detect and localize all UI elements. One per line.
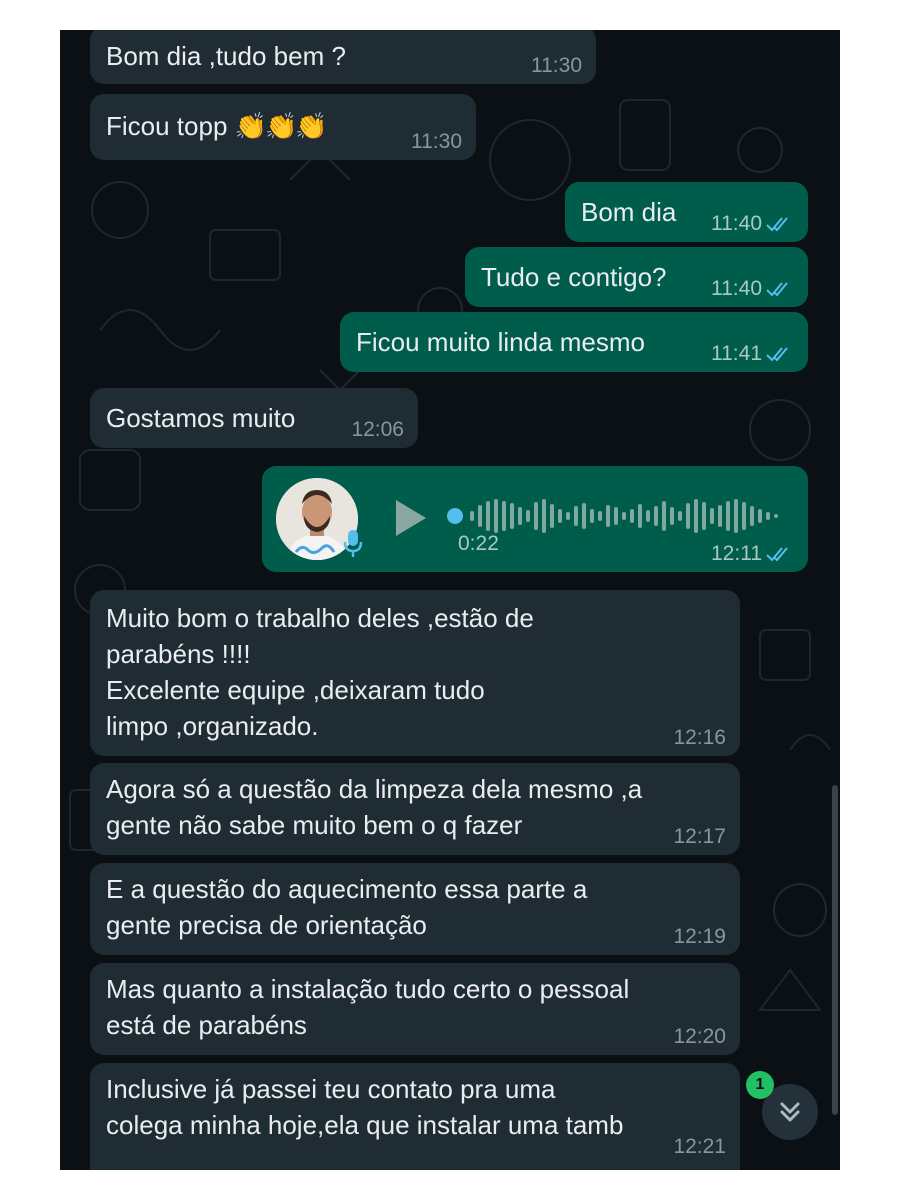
waveform-bar bbox=[598, 511, 602, 521]
waveform-bar bbox=[758, 509, 762, 523]
waveform-bar bbox=[606, 505, 610, 527]
waveform-bar bbox=[718, 505, 722, 527]
read-receipt-icon bbox=[766, 347, 788, 362]
waveform-bar bbox=[502, 501, 506, 531]
message-time: 11:30 bbox=[531, 54, 582, 77]
waveform-bar bbox=[526, 510, 530, 522]
incoming-message[interactable]: Ficou topp 👏👏👏 11:30 bbox=[90, 94, 476, 160]
waveform-bar bbox=[558, 509, 562, 523]
waveform-bar bbox=[470, 511, 474, 521]
message-text: Inclusive já passei teu contato pra uma … bbox=[106, 1074, 624, 1140]
waveform-bar bbox=[550, 504, 554, 528]
waveform-bar bbox=[726, 501, 730, 531]
message-text: Mas quanto a instalação tudo certo o pes… bbox=[106, 974, 630, 1040]
waveform-bar bbox=[654, 506, 658, 526]
message-time: 12:20 bbox=[673, 1025, 726, 1048]
read-receipt-icon bbox=[766, 282, 788, 297]
message-time: 12:16 bbox=[673, 726, 726, 749]
waveform-bar bbox=[774, 514, 778, 518]
message-text: Ficou topp bbox=[106, 111, 228, 141]
outgoing-message[interactable]: Tudo e contigo? 11:40 bbox=[465, 247, 808, 307]
waveform-bar bbox=[678, 511, 682, 521]
waveform-bar bbox=[574, 506, 578, 526]
incoming-message[interactable]: Gostamos muito 12:06 bbox=[90, 388, 418, 448]
waveform-bar bbox=[702, 502, 706, 530]
message-text: Bom dia ,tudo bem ? bbox=[106, 41, 346, 71]
incoming-message[interactable]: Mas quanto a instalação tudo certo o pes… bbox=[90, 963, 740, 1055]
waveform-bar bbox=[510, 503, 514, 529]
waveform-bar bbox=[750, 506, 754, 526]
message-time: 11:40 bbox=[711, 212, 762, 235]
message-text: E a questão do aquecimento essa parte a … bbox=[106, 874, 588, 940]
chat-screen: Bom dia ,tudo bem ? 11:30 Ficou topp 👏👏👏… bbox=[60, 30, 840, 1170]
message-text: Agora só a questão da limpeza dela mesmo… bbox=[106, 774, 643, 840]
waveform-bar bbox=[734, 499, 738, 533]
message-time: 12:11 bbox=[711, 542, 762, 565]
read-receipt-icon bbox=[766, 217, 788, 232]
message-text: Bom dia bbox=[581, 197, 677, 227]
waveform-bar bbox=[710, 508, 714, 524]
waveform-bar bbox=[638, 504, 642, 528]
waveform-bar bbox=[614, 507, 618, 525]
incoming-message[interactable]: Bom dia ,tudo bem ? 11:30 bbox=[90, 30, 596, 84]
outgoing-message[interactable]: Ficou muito linda mesmo 11:41 bbox=[340, 312, 808, 372]
message-text: Ficou muito linda mesmo bbox=[356, 327, 645, 357]
clapping-hands-emoji: 👏👏👏 bbox=[234, 111, 328, 141]
message-time: 12:19 bbox=[673, 925, 726, 948]
waveform-bar bbox=[622, 512, 626, 520]
incoming-message[interactable]: Muito bom o trabalho deles ,estão de par… bbox=[90, 590, 740, 756]
waveform-bar bbox=[478, 505, 482, 527]
incoming-message[interactable]: Agora só a questão da limpeza dela mesmo… bbox=[90, 763, 740, 855]
message-time: 12:21 bbox=[673, 1135, 726, 1158]
microphone-icon bbox=[343, 530, 363, 557]
message-time: 11:30 bbox=[411, 130, 462, 153]
unread-count-badge: 1 bbox=[746, 1071, 774, 1099]
waveform-bar bbox=[630, 509, 634, 523]
voice-duration: 0:22 bbox=[458, 532, 499, 555]
waveform-bar bbox=[662, 501, 666, 531]
waveform-bar bbox=[670, 507, 674, 525]
message-time: 12:06 bbox=[351, 418, 404, 441]
waveform-bar bbox=[742, 502, 746, 530]
voice-message[interactable]: 0:22 12:11 bbox=[262, 466, 808, 572]
incoming-message[interactable]: Inclusive já passei teu contato pra uma … bbox=[90, 1063, 740, 1170]
outgoing-message[interactable]: Bom dia 11:40 bbox=[565, 182, 808, 242]
play-icon[interactable] bbox=[392, 498, 428, 538]
read-receipt-icon bbox=[766, 547, 788, 562]
waveform-bar bbox=[542, 499, 546, 533]
scrollbar[interactable] bbox=[832, 785, 838, 1115]
waveform-bar bbox=[590, 509, 594, 523]
waveform-bar bbox=[582, 503, 586, 529]
double-chevron-down-icon bbox=[780, 1102, 800, 1122]
waveform-bar bbox=[534, 502, 538, 530]
message-text: Tudo e contigo? bbox=[481, 262, 667, 292]
message-text: Gostamos muito bbox=[106, 403, 296, 433]
waveform-bar bbox=[646, 510, 650, 522]
message-time: 11:41 bbox=[711, 342, 762, 365]
message-time: 11:40 bbox=[711, 277, 762, 300]
playback-position-dot[interactable] bbox=[447, 508, 463, 524]
waveform-bar bbox=[566, 512, 570, 520]
waveform-bar bbox=[694, 499, 698, 533]
message-text: Muito bom o trabalho deles ,estão de par… bbox=[106, 603, 534, 741]
waveform-bar bbox=[518, 507, 522, 525]
message-time: 12:17 bbox=[673, 825, 726, 848]
waveform-bar bbox=[686, 503, 690, 529]
incoming-message[interactable]: E a questão do aquecimento essa parte a … bbox=[90, 863, 740, 955]
waveform-bar bbox=[766, 512, 770, 520]
